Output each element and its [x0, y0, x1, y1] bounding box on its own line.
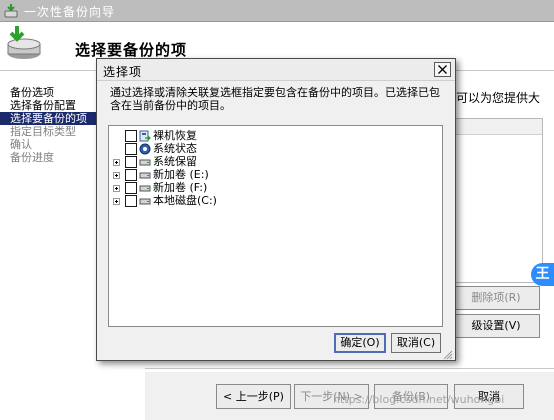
- step-select-items: 选择要备份的项: [0, 112, 106, 125]
- drive-icon: [139, 159, 151, 166]
- wizard-title-bar[interactable]: 一次性备份向导: [0, 0, 554, 22]
- items-tree[interactable]: 裸机恢复 系统状态 系统保留 新加卷 (E:) 新加卷 (F:) 本地磁盘(C:…: [108, 125, 443, 327]
- tree-item-label: 裸机恢复: [153, 129, 197, 142]
- bare-metal-recovery-icon: [139, 130, 151, 142]
- volume-e-checkbox[interactable]: [125, 169, 137, 181]
- tree-item-label: 系统状态: [153, 142, 197, 155]
- dialog-title: 选择项: [103, 65, 143, 79]
- page-title: 选择要备份的项: [75, 41, 188, 59]
- volume-f-checkbox[interactable]: [125, 182, 137, 194]
- drive-icon: [139, 185, 151, 192]
- system-reserved-checkbox[interactable]: [125, 156, 137, 168]
- remove-items-button[interactable]: 删除项(R): [452, 286, 540, 310]
- system-state-icon: [139, 143, 151, 155]
- dialog-title-bar[interactable]: 选择项: [97, 59, 455, 81]
- tree-item-label: 新加卷 (E:): [153, 168, 209, 181]
- list-header: [456, 119, 542, 135]
- expand-icon[interactable]: [113, 159, 120, 166]
- drive-icon: [139, 198, 151, 205]
- page-description: 可以为您提供大: [456, 91, 541, 105]
- tree-item-label: 新加卷 (F:): [153, 181, 208, 194]
- dialog-instruction: 通过选择或清除关联复选框指定要包含在备份中的项目。已选择已包含在当前备份中的项目…: [110, 86, 440, 112]
- previous-button[interactable]: < 上一步(P): [216, 384, 291, 409]
- close-icon: [438, 65, 447, 74]
- expand-icon[interactable]: [113, 198, 120, 205]
- system-state-checkbox[interactable]: [125, 143, 137, 155]
- backup-drive-icon: [7, 26, 41, 59]
- dialog-close-button[interactable]: [434, 62, 451, 77]
- footer-divider: [145, 368, 554, 369]
- local-disk-c-checkbox[interactable]: [125, 195, 137, 207]
- bare-metal-recovery-checkbox[interactable]: [125, 130, 137, 142]
- tree-item-local-disk-c[interactable]: 本地磁盘(C:): [109, 195, 439, 208]
- backup-app-icon: [4, 4, 18, 18]
- drive-icon: [139, 172, 151, 179]
- advanced-settings-button[interactable]: 级设置(V): [452, 314, 540, 338]
- dialog-cancel-button[interactable]: 取消(C): [391, 333, 441, 353]
- ok-button[interactable]: 确定(O): [334, 333, 386, 353]
- resize-grip-icon[interactable]: [441, 348, 453, 360]
- floating-assistant-badge[interactable]: 王: [531, 263, 554, 286]
- tree-item-label: 本地磁盘(C:): [153, 194, 217, 207]
- expand-icon[interactable]: [113, 185, 120, 192]
- watermark: https://blog.csdn.net/wuhongbi: [333, 393, 505, 406]
- expand-icon[interactable]: [113, 172, 120, 179]
- tree-item-label: 系统保留: [153, 155, 197, 168]
- wizard-title: 一次性备份向导: [24, 5, 116, 19]
- selected-items-list[interactable]: [455, 118, 543, 283]
- select-items-dialog: 选择项 通过选择或清除关联复选框指定要包含在备份中的项目。已选择已包含在当前备份…: [96, 58, 456, 361]
